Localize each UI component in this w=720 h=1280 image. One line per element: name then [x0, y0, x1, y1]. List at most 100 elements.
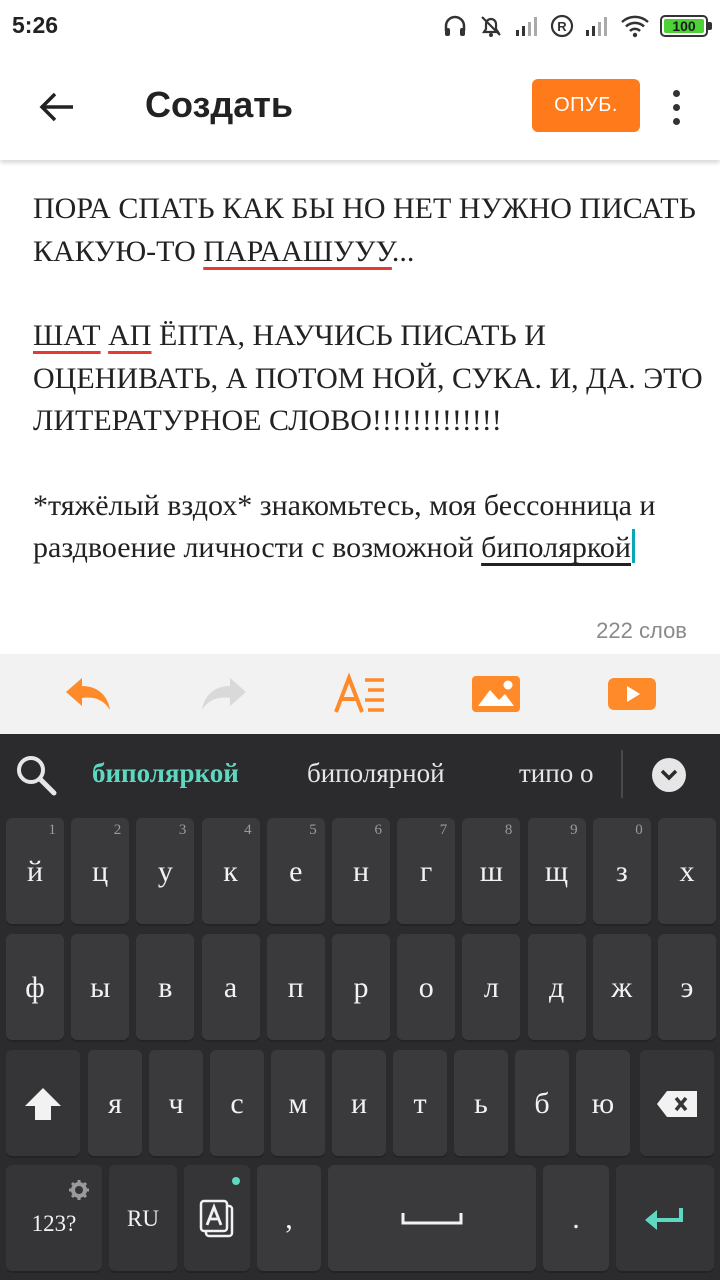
key-label: л [483, 971, 499, 1004]
wifi-icon [621, 15, 649, 38]
key-й[interactable]: й1 [6, 818, 64, 926]
publish-button[interactable]: ОПУБ. [532, 79, 640, 132]
key-label: ы [90, 971, 111, 1004]
key-ш[interactable]: ш8 [462, 818, 521, 926]
key-п[interactable]: п [266, 934, 325, 1042]
key-ч[interactable]: ч [149, 1050, 203, 1158]
comma-key[interactable]: , [257, 1165, 321, 1273]
key-в[interactable]: в [136, 934, 195, 1042]
chevron-down-icon [660, 769, 678, 781]
key-ю[interactable]: ю [576, 1050, 630, 1158]
suggestion-item[interactable]: биполярной [307, 758, 445, 789]
settings-icon [69, 1180, 89, 1200]
more-options-button[interactable] [658, 84, 694, 130]
misspelled-word[interactable]: ШАТ [33, 319, 101, 352]
backspace-icon [657, 1091, 697, 1117]
key-я[interactable]: я [88, 1050, 142, 1158]
key-label: ч [168, 1087, 184, 1120]
key-label: в [158, 971, 173, 1004]
key-label: ц [92, 855, 109, 888]
key-label: ю [591, 1087, 615, 1120]
key-т[interactable]: т [393, 1050, 447, 1158]
shift-icon [25, 1088, 61, 1120]
enter-icon [645, 1208, 683, 1230]
key-hint: 7 [439, 822, 448, 838]
key-о[interactable]: о [397, 934, 456, 1042]
suggestion-bar: биполяркой биполярной типо о [0, 734, 720, 814]
redo-icon [202, 678, 246, 710]
indicator-dot [232, 1177, 240, 1185]
key-label: е [289, 855, 303, 888]
editor-text[interactable]: ПОРА СПАТЬ КАК БЫ НО НЕТ НУЖНО ПИСАТЬ КА… [33, 188, 703, 570]
key-ф[interactable]: ф [6, 934, 64, 1042]
key-у[interactable]: у3 [136, 818, 195, 926]
key-н[interactable]: н6 [332, 818, 390, 926]
key-с[interactable]: с [210, 1050, 264, 1158]
key-э[interactable]: э [658, 934, 716, 1042]
undo-button[interactable] [58, 666, 118, 722]
key-м[interactable]: м [271, 1050, 325, 1158]
divider [621, 750, 623, 798]
language-key[interactable]: RU [109, 1165, 177, 1273]
suggestion-item[interactable]: типо о [519, 758, 593, 789]
current-word[interactable]: биполяркой [481, 531, 631, 564]
backspace-key[interactable] [640, 1050, 714, 1158]
text-translate-icon [199, 1199, 234, 1238]
key-label: т [413, 1087, 427, 1120]
misspelled-word[interactable]: ПАРААШУУУ [203, 235, 392, 268]
key-ы[interactable]: ы [71, 934, 130, 1042]
image-icon [472, 676, 520, 712]
keyboard: биполяркой биполярной типо о 123? RU , .… [0, 734, 720, 1280]
key-е[interactable]: е5 [266, 818, 325, 926]
key-д[interactable]: д [527, 934, 586, 1042]
shift-key[interactable] [6, 1050, 80, 1158]
text-format-button[interactable] [330, 666, 390, 722]
keyboard-search-button[interactable] [14, 753, 58, 797]
back-button[interactable] [30, 80, 84, 134]
more-vert-icon [672, 89, 680, 97]
suggestion-item[interactable]: биполяркой [92, 758, 239, 789]
key-label: ш [479, 855, 503, 888]
key-ж[interactable]: ж [592, 934, 651, 1042]
key-label: р [353, 971, 369, 1004]
key-hint: 9 [570, 822, 578, 838]
key-г[interactable]: г7 [397, 818, 456, 926]
key-label: г [420, 855, 433, 888]
redo-button[interactable] [194, 666, 254, 722]
key-б[interactable]: б [515, 1050, 569, 1158]
symbols-key[interactable]: 123? [6, 1165, 102, 1273]
clipboard-key[interactable] [184, 1165, 250, 1273]
key-л[interactable]: л [462, 934, 521, 1042]
status-bar: 5:26 R 100 [0, 0, 720, 52]
key-з[interactable]: з0 [592, 818, 651, 926]
svg-text:R: R [557, 19, 567, 34]
expand-suggestions-button[interactable] [652, 758, 686, 792]
status-time: 5:26 [12, 12, 59, 38]
key-и[interactable]: и [332, 1050, 386, 1158]
search-icon [17, 756, 57, 796]
enter-key[interactable] [616, 1165, 714, 1273]
key-х[interactable]: х [658, 818, 716, 926]
key-ь[interactable]: ь [454, 1050, 508, 1158]
key-р[interactable]: р [332, 934, 390, 1042]
key-label: а [223, 971, 238, 1004]
paragraph-3: *тяжёлый вздох* знакомьтесь, моя бессонн… [33, 488, 663, 565]
key-label: д [548, 971, 565, 1004]
status-icons: R 100 [442, 10, 712, 42]
key-label: х [679, 855, 695, 888]
key-а[interactable]: а [201, 934, 260, 1042]
key-label: м [288, 1087, 308, 1120]
space-key[interactable] [328, 1165, 536, 1273]
key-к[interactable]: к4 [201, 818, 260, 926]
editor[interactable]: ПОРА СПАТЬ КАК БЫ НО НЕТ НУЖНО ПИСАТЬ КА… [0, 160, 720, 654]
arrow-left-icon [39, 92, 73, 122]
key-label: у [157, 855, 173, 888]
insert-image-button[interactable] [466, 666, 526, 722]
key-щ[interactable]: щ9 [527, 818, 586, 926]
insert-video-button[interactable] [602, 666, 662, 722]
key-ц[interactable]: ц2 [71, 818, 130, 926]
key-label: й [26, 855, 44, 888]
word-count: 222 слов [596, 618, 687, 643]
misspelled-word[interactable]: АП [108, 319, 151, 352]
period-key[interactable]: . [543, 1165, 609, 1273]
